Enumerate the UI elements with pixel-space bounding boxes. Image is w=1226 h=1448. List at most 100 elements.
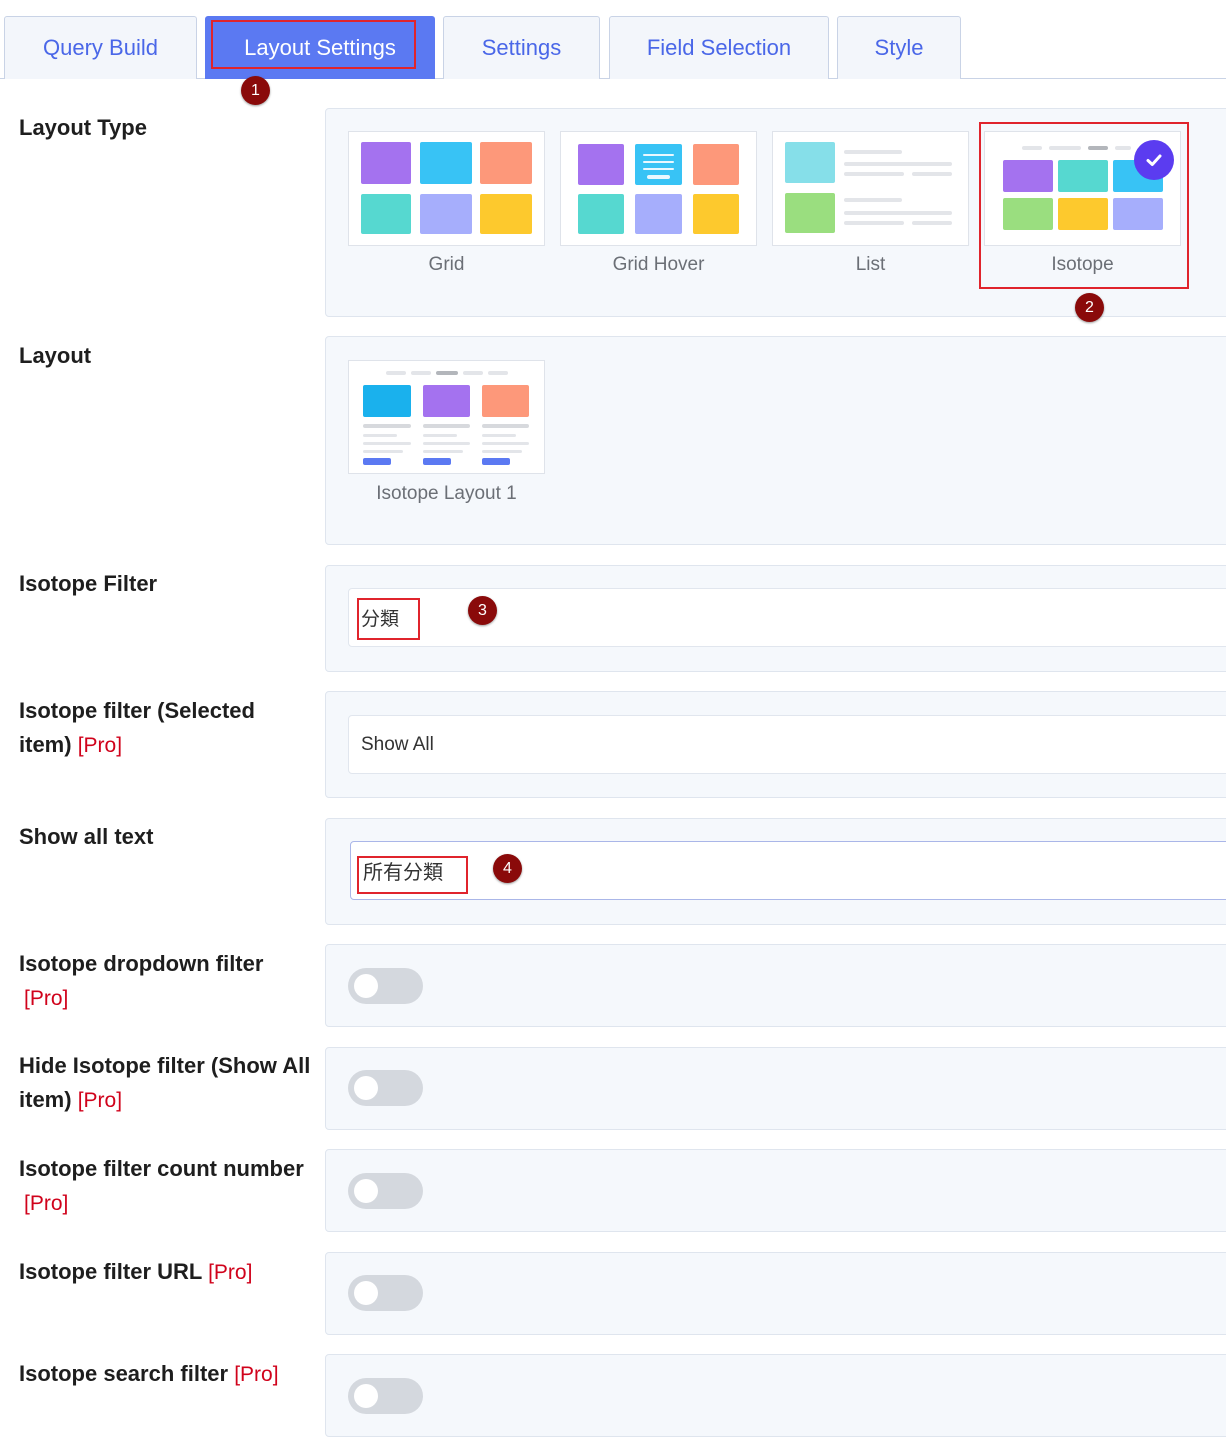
label-line: Isotope filter count number — [19, 1156, 304, 1181]
isotope-layout-thumb-line — [363, 434, 397, 437]
hide-filter-toggle[interactable] — [348, 1070, 423, 1106]
layout-option-list[interactable] — [772, 131, 969, 246]
grid-thumb-block — [361, 194, 411, 234]
grid-hover-thumb-block — [578, 194, 624, 234]
step-marker-4: 4 — [493, 854, 522, 883]
list-thumb-line — [844, 198, 902, 202]
list-thumb-block — [785, 193, 835, 233]
layout-label: Layout — [19, 343, 92, 368]
isotope-layout-thumb-block — [482, 385, 529, 417]
layout-option-list-label: List — [855, 254, 886, 275]
grid-thumb-block — [361, 142, 411, 184]
list-thumb-block — [785, 142, 835, 183]
isotope-thumb-block — [1003, 198, 1053, 230]
list-thumb-line — [912, 172, 952, 176]
list-thumb-line — [844, 172, 904, 176]
tab-style[interactable]: Style — [837, 16, 961, 79]
label-text: Isotope filter URL — [19, 1259, 202, 1284]
filter-url-panel — [325, 1252, 1226, 1335]
step-marker-1: 1 — [241, 76, 270, 105]
layout-option-isotope-label: Isotope — [1051, 254, 1114, 275]
isotope-filter-selected-label: Isotope filter (Selected item) [Pro] — [19, 694, 255, 763]
isotope-layout-thumb-block — [423, 385, 470, 417]
isotope-layout-thumb-filter — [411, 371, 431, 375]
grid-hover-thumb-block — [578, 144, 624, 185]
isotope-filter-selected-select[interactable]: Show All — [348, 715, 1226, 774]
layout-option-isotope-layout-1-label: Isotope Layout 1 — [376, 483, 517, 504]
isotope-layout-thumb-line — [423, 450, 463, 453]
layout-type-panel: Grid Grid Hover List Isotope — [325, 108, 1226, 317]
label-line: [Pro] — [19, 981, 263, 1016]
count-number-toggle[interactable] — [348, 1173, 423, 1209]
list-thumb-line — [844, 221, 904, 225]
layout-option-grid-hover[interactable] — [560, 131, 757, 246]
label-line: item) [Pro] — [19, 728, 255, 763]
layout-option-grid-hover-label: Grid Hover — [612, 254, 705, 275]
label-text: item) — [19, 1087, 72, 1112]
pro-badge: [Pro] — [234, 1363, 279, 1386]
layout-option-isotope[interactable] — [984, 131, 1181, 246]
step-marker-2: 2 — [1075, 293, 1104, 322]
pro-badge: [Pro] — [77, 1089, 123, 1112]
grid-thumb-block — [420, 142, 472, 184]
list-thumb-line — [912, 221, 952, 225]
layout-settings-page: Query Build Layout Settings Settings Fie… — [0, 0, 1226, 1448]
grid-thumb-block — [420, 194, 472, 234]
isotope-thumb-block — [1058, 198, 1108, 230]
isotope-filter-label: Isotope Filter — [19, 571, 158, 596]
isotope-layout-thumb-button — [423, 458, 451, 465]
label-line: Isotope filter (Selected — [19, 698, 255, 723]
dropdown-filter-panel — [325, 944, 1226, 1027]
label-text: Isotope search filter — [19, 1361, 229, 1386]
isotope-layout-thumb-filter — [463, 371, 483, 375]
isotope-layout-thumb-line — [363, 424, 411, 428]
count-number-panel — [325, 1149, 1226, 1232]
pro-badge: [Pro] — [24, 987, 69, 1010]
grid-hover-thumb-block — [693, 144, 739, 185]
isotope-layout-thumb-line — [363, 450, 403, 453]
count-number-label: Isotope filter count number [Pro] — [19, 1152, 304, 1221]
tab-bar: Query Build Layout Settings Settings Fie… — [0, 0, 1226, 79]
pro-badge: [Pro] — [77, 734, 123, 757]
label-text: item) — [19, 732, 72, 757]
list-thumb-line — [844, 162, 952, 166]
search-filter-toggle[interactable] — [348, 1378, 423, 1414]
isotope-layout-thumb-filter — [488, 371, 508, 375]
search-filter-panel — [325, 1354, 1226, 1437]
tab-settings[interactable]: Settings — [443, 16, 600, 79]
list-thumb-line — [844, 150, 902, 154]
isotope-layout-thumb-line — [423, 424, 470, 428]
isotope-layout-thumb-line — [482, 450, 522, 453]
layout-option-grid-label: Grid — [428, 254, 465, 275]
layout-panel: Isotope Layout 1 — [325, 336, 1226, 545]
grid-thumb-block — [480, 194, 532, 234]
tab-field-selection[interactable]: Field Selection — [609, 16, 829, 79]
layout-type-label: Layout Type — [19, 115, 147, 140]
label-line: [Pro] — [19, 1186, 304, 1221]
isotope-thumb-block — [1058, 160, 1108, 192]
tab-layout-settings[interactable]: Layout Settings — [205, 16, 435, 79]
show-all-text-input[interactable]: 所有分類 — [350, 841, 1226, 900]
isotope-thumb-filter — [1022, 146, 1042, 150]
isotope-layout-thumb-line — [363, 442, 411, 445]
label-line: Isotope dropdown filter — [19, 951, 264, 976]
isotope-layout-thumb-button — [363, 458, 391, 465]
show-all-text-label: Show all text — [19, 824, 154, 849]
grid-hover-thumb-block — [693, 194, 739, 234]
list-thumb-line — [844, 211, 952, 215]
tab-query-build[interactable]: Query Build — [4, 16, 197, 79]
isotope-layout-thumb-line — [423, 434, 457, 437]
dropdown-filter-toggle[interactable] — [348, 968, 423, 1004]
isotope-thumb-block — [1003, 160, 1053, 192]
isotope-layout-thumb-line — [482, 424, 529, 428]
grid-hover-thumb-block — [635, 194, 682, 234]
layout-option-grid[interactable] — [348, 131, 545, 246]
layout-option-isotope-layout-1[interactable] — [348, 360, 545, 474]
filter-url-toggle[interactable] — [348, 1275, 423, 1311]
filter-url-label: Isotope filter URL [Pro] — [19, 1255, 252, 1290]
label-line: Hide Isotope filter (Show All — [19, 1053, 311, 1078]
selected-check-icon — [1134, 140, 1174, 180]
label-line: item) [Pro] — [19, 1083, 310, 1118]
isotope-layout-thumb-button — [482, 458, 510, 465]
isotope-thumb-filter — [1115, 146, 1131, 150]
